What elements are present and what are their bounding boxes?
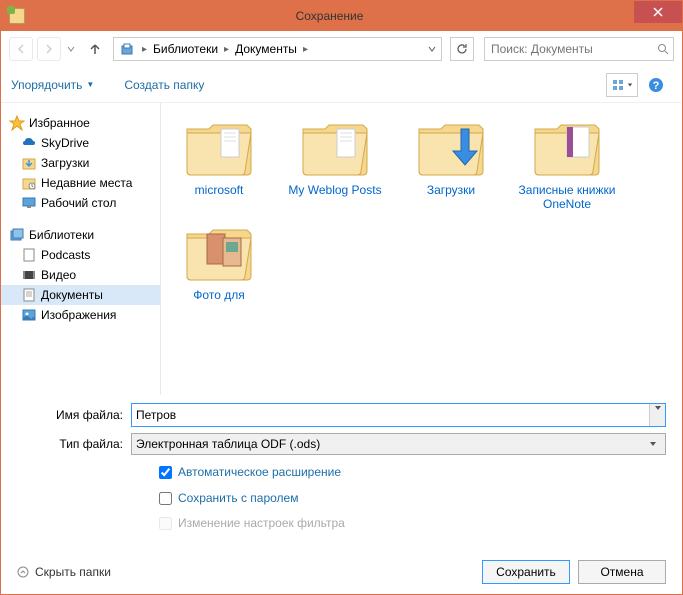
help-button[interactable]: ?: [640, 73, 672, 97]
history-dropdown[interactable]: [65, 37, 77, 61]
tree-skydrive[interactable]: SkyDrive: [1, 133, 160, 153]
search-icon[interactable]: [652, 38, 673, 60]
tree-label: Видео: [41, 268, 76, 282]
tree-label: SkyDrive: [41, 136, 89, 150]
navigation-tree: Избранное SkyDrive Загрузки Недавние мес…: [1, 103, 161, 395]
organize-label: Упорядочить: [11, 78, 82, 92]
folder-photos[interactable]: Фото для: [169, 220, 269, 302]
breadcrumb-libraries[interactable]: Библиотеки: [149, 42, 222, 56]
tree-downloads[interactable]: Загрузки: [1, 153, 160, 173]
tree-label: Podcasts: [41, 248, 90, 262]
folder-icon: [299, 115, 371, 179]
main-area: Избранное SkyDrive Загрузки Недавние мес…: [1, 103, 682, 395]
filter-settings-checkbox: [159, 517, 172, 530]
folder-label: Загрузки: [401, 183, 501, 197]
dialog-footer: Скрыть папки Сохранить Отмена: [1, 550, 682, 594]
folder-onenote[interactable]: Записные книжки OneNote: [517, 115, 617, 212]
address-bar[interactable]: ▸ Библиотеки ▸ Документы ▸: [113, 37, 442, 61]
save-password-checkbox[interactable]: [159, 492, 172, 505]
filetype-label: Тип файла:: [51, 437, 131, 451]
chevron-down-icon: [645, 440, 661, 448]
filetype-value: Электронная таблица ODF (.ods): [136, 437, 320, 451]
up-button[interactable]: [85, 39, 105, 59]
filename-dropdown[interactable]: [649, 404, 665, 426]
chevron-right-icon: ▸: [140, 44, 149, 55]
chevron-down-icon: ▼: [86, 80, 94, 89]
navigation-bar: ▸ Библиотеки ▸ Документы ▸: [1, 31, 682, 67]
folder-microsoft[interactable]: microsoft: [169, 115, 269, 212]
folder-downloads[interactable]: Загрузки: [401, 115, 501, 212]
tree-label: Загрузки: [41, 156, 89, 170]
close-button[interactable]: [634, 1, 682, 23]
auto-extension-label[interactable]: Автоматическое расширение: [178, 465, 341, 481]
filename-label: Имя файла:: [51, 408, 131, 422]
search-input[interactable]: [485, 42, 652, 56]
window-title: Сохранение: [25, 9, 634, 23]
svg-text:?: ?: [653, 80, 660, 92]
tree-desktop[interactable]: Рабочий стол: [1, 193, 160, 213]
folder-weblog[interactable]: My Weblog Posts: [285, 115, 385, 212]
auto-extension-checkbox[interactable]: [159, 466, 172, 479]
save-button[interactable]: Сохранить: [482, 560, 570, 584]
save-dialog: Сохранение ▸ Библиотеки ▸ Документы ▸: [0, 0, 683, 595]
cancel-button[interactable]: Отмена: [578, 560, 666, 584]
new-folder-button[interactable]: Создать папку: [124, 78, 204, 92]
tree-images[interactable]: Изображения: [1, 305, 160, 325]
tree-label: Избранное: [29, 116, 90, 130]
folder-label: Записные книжки OneNote: [517, 183, 617, 212]
tree-label: Изображения: [41, 308, 116, 322]
forward-button[interactable]: [37, 37, 61, 61]
hide-folders-label: Скрыть папки: [35, 565, 111, 579]
tree-documents[interactable]: Документы: [1, 285, 160, 305]
folder-label: My Weblog Posts: [285, 183, 385, 197]
chevron-right-icon: ▸: [301, 44, 310, 55]
back-button[interactable]: [9, 37, 33, 61]
tree-favorites[interactable]: Избранное: [1, 113, 160, 133]
tree-libraries[interactable]: Библиотеки: [1, 225, 160, 245]
hide-folders-toggle[interactable]: Скрыть папки: [17, 565, 111, 579]
view-options[interactable]: [606, 73, 638, 97]
folder-icon: [183, 115, 255, 179]
app-icon: [9, 8, 25, 24]
search-box[interactable]: [484, 37, 674, 61]
titlebar: Сохранение: [1, 1, 682, 31]
tree-label: Документы: [41, 288, 103, 302]
filename-input[interactable]: [132, 404, 649, 426]
folder-icon: [415, 115, 487, 179]
tree-recent[interactable]: Недавние места: [1, 173, 160, 193]
tree-video[interactable]: Видео: [1, 265, 160, 285]
folder-label: microsoft: [169, 183, 269, 197]
save-password-label[interactable]: Сохранить с паролем: [178, 491, 298, 507]
chevron-right-icon: ▸: [222, 44, 231, 55]
folder-label: Фото для: [169, 288, 269, 302]
tree-label: Недавние места: [41, 176, 132, 190]
organize-menu[interactable]: Упорядочить ▼: [11, 78, 94, 92]
toolbar: Упорядочить ▼ Создать папку ?: [1, 67, 682, 103]
filter-settings-label: Изменение настроек фильтра: [178, 516, 345, 532]
breadcrumb-documents[interactable]: Документы: [231, 42, 301, 56]
save-form: Имя файла: Тип файла: Электронная таблиц…: [1, 395, 682, 550]
tree-label: Рабочий стол: [41, 196, 116, 210]
folder-icon: [183, 220, 255, 284]
folder-icon: [531, 115, 603, 179]
refresh-button[interactable]: [450, 37, 474, 61]
tree-podcasts[interactable]: Podcasts: [1, 245, 160, 265]
location-icon: [118, 40, 136, 58]
filetype-select[interactable]: Электронная таблица ODF (.ods): [131, 433, 666, 455]
folder-view[interactable]: microsoft My Weblog Posts Загрузки Запис…: [161, 103, 682, 395]
tree-label: Библиотеки: [29, 228, 94, 242]
address-dropdown[interactable]: [421, 38, 441, 60]
